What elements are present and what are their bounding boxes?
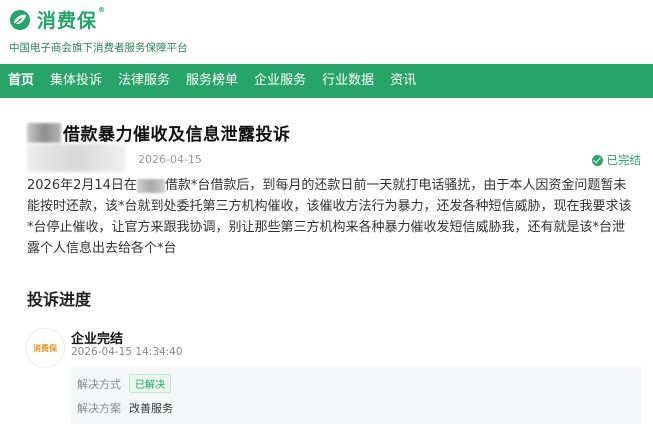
resolution-plan-label: 解决方案 [77,402,121,415]
nav-item-service-ranking[interactable]: 服务榜单 [178,64,246,98]
nav-item-legal-service[interactable]: 法律服务 [110,64,178,98]
redacted-platform-name [136,178,165,193]
progress-time: 2026-04-15 14:34:40 [71,346,183,358]
progress-detail-box: 解决方式 已解决 解决方案 改善服务 [71,366,641,424]
nav-item-industry-data[interactable]: 行业数据 [314,64,382,98]
nav-item-news[interactable]: 资讯 [382,64,424,98]
nav-item-collective-complaint[interactable]: 集体投诉 [42,64,110,98]
company-avatar: 消费保 [25,328,65,368]
progress-actor: 企业完结 [71,332,124,347]
progress-section-title: 投诉进度 [27,290,92,309]
site-logo[interactable]: 消费保® [9,6,106,33]
leaf-logo-icon [9,9,31,31]
complaint-date: 2026-04-15 [138,153,202,166]
avatar-logo-text: 消费保 [33,343,57,353]
resolution-method-badge: 已解决 [129,374,171,393]
resolution-plan-row: 解决方案 改善服务 [77,400,173,416]
site-header: 消费保® 中国电子商会旗下消费者服务保障平台 [0,0,653,64]
redacted-company-name [27,122,61,143]
redacted-user-info [27,144,125,172]
complaint-detail: 借款暴力催收及信息泄露投诉 2026-04-15 已完结 2026年2月14日在… [0,98,653,424]
check-circle-icon [591,154,603,166]
complaint-description: 2026年2月14日在 借款*台借款后，到每月的还款日前一天就打电话骚扰，由于本人… [27,178,632,256]
brand-name: 消费保® [37,6,107,32]
nav-item-home[interactable]: 首页 [0,64,42,98]
complaint-title: 借款暴力催收及信息泄露投诉 [63,125,291,145]
resolution-plan-value: 改善服务 [129,402,173,415]
status-text: 已完结 [606,153,642,167]
resolution-method-row: 解决方式 已解决 [77,374,171,393]
resolution-method-label: 解决方式 [77,377,121,391]
brand-tagline: 中国电子商会旗下消费者服务保障平台 [9,42,188,54]
main-nav: 首页 集体投诉 法律服务 服务榜单 企业服务 行业数据 资讯 [0,64,653,98]
complaint-title-row: 借款暴力催收及信息泄露投诉 [27,120,291,145]
nav-item-enterprise-service[interactable]: 企业服务 [246,64,314,98]
status-badge: 已完结 [591,152,642,168]
